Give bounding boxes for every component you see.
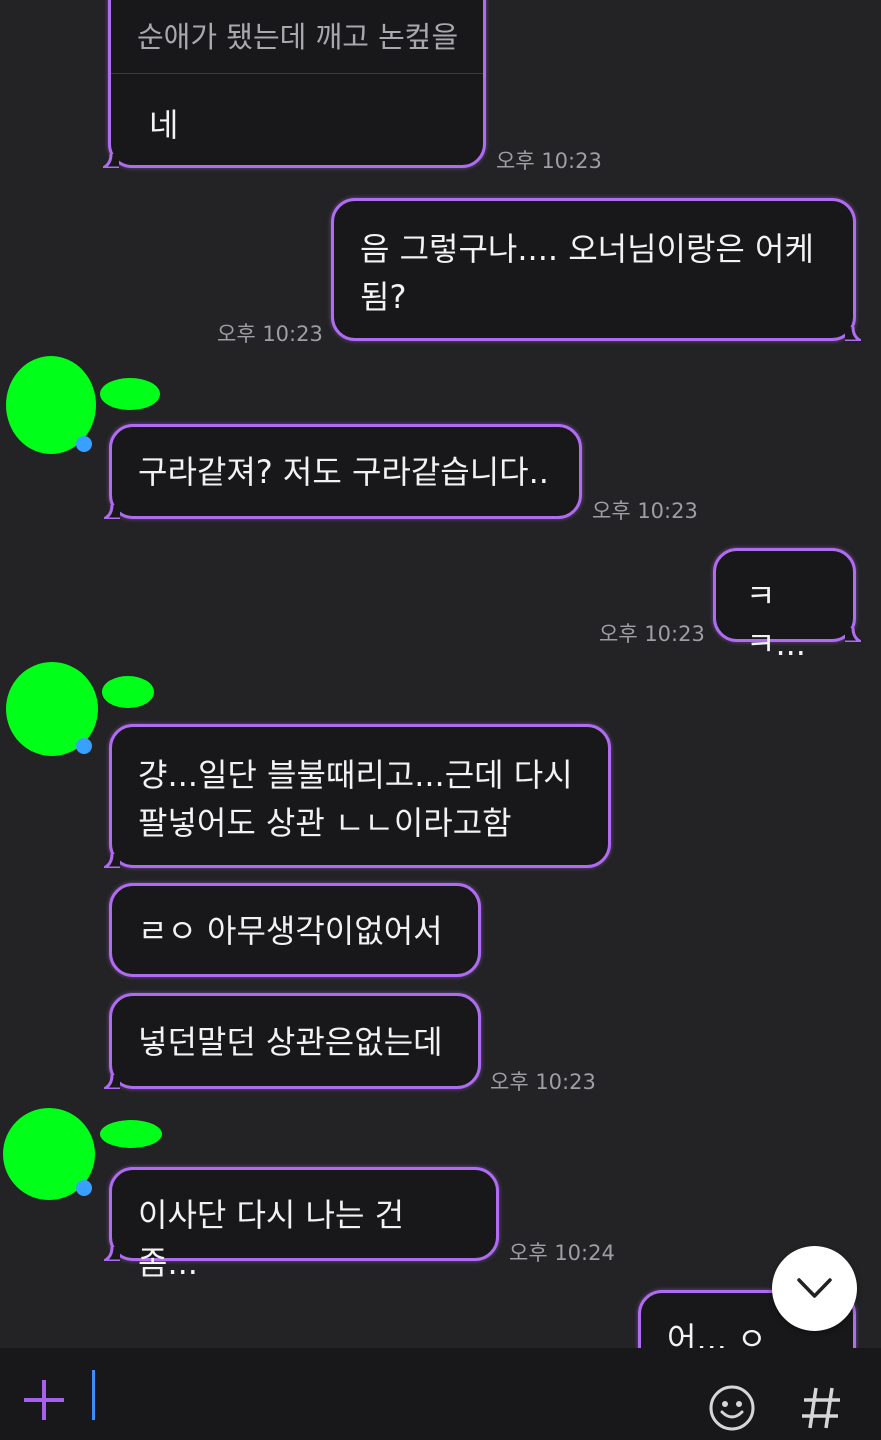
message-timestamp: 오후 10:24 bbox=[509, 1241, 615, 1265]
hashtag-button[interactable] bbox=[796, 1382, 846, 1434]
text-cursor bbox=[92, 1370, 95, 1420]
avatar-badge bbox=[76, 738, 92, 754]
message-text: 이사단 다시 나는 건 좀... bbox=[138, 1196, 405, 1282]
bubble-tail bbox=[104, 1075, 120, 1089]
message-text-line: 팔넣어도 상관 ㄴㄴ이라고함 bbox=[138, 804, 512, 842]
message-timestamp: 오후 10:23 bbox=[217, 322, 323, 346]
message-bubble-outgoing[interactable]: ㅋㅋ... bbox=[713, 548, 861, 663]
emoji-icon bbox=[709, 1385, 755, 1431]
message-bubble-incoming[interactable]: 걍...일단 블불때리고...근데 다시 팔넣어도 상관 ㄴㄴ이라고함 bbox=[104, 724, 611, 868]
scroll-to-bottom-button[interactable] bbox=[772, 1246, 857, 1331]
message-input-bar bbox=[0, 1348, 881, 1440]
message-bubble-incoming[interactable]: 넣던말던 상관은없는데 bbox=[104, 993, 481, 1089]
message-text: 구라같져? 저도 구라같습니다.. bbox=[138, 453, 549, 491]
message-text-line: 걍...일단 블불때리고...근데 다시 bbox=[138, 756, 573, 794]
message-text: ㄹㅇ 아무생각이없어서 bbox=[138, 912, 443, 950]
message-timestamp: 오후 10:23 bbox=[496, 149, 602, 173]
sender-name-redaction bbox=[100, 378, 160, 410]
message-bubble-incoming[interactable]: 구라같져? 저도 구라같습니다.. bbox=[104, 424, 582, 519]
message-bubble-outgoing[interactable]: 음 그렇구나.... 오너님이랑은 어케 됨? bbox=[331, 198, 861, 341]
bubble-tail bbox=[104, 505, 120, 519]
message-timestamp: 오후 10:23 bbox=[490, 1070, 596, 1094]
message-bubble-incoming[interactable]: ㄹㅇ 아무생각이없어서 bbox=[109, 883, 481, 977]
message-text-line: 됨? bbox=[360, 278, 407, 316]
chat-area[interactable]: 순애가 됐는데 깨고 논컾을 네 오후 10:23 음 그렇구나.... 오너님… bbox=[0, 0, 881, 1348]
emoji-button[interactable] bbox=[706, 1382, 758, 1434]
quoted-message-text: 순애가 됐는데 깨고 논컾을 bbox=[137, 20, 459, 54]
sender-name-redaction bbox=[102, 676, 154, 708]
message-timestamp: 오후 10:23 bbox=[592, 499, 698, 523]
avatar-badge bbox=[76, 436, 92, 452]
message-text-line: 음 그렇구나.... 오너님이랑은 어케 bbox=[360, 230, 814, 268]
bubble-tail bbox=[104, 1247, 120, 1261]
message-text: 넣던말던 상관은없는데 bbox=[138, 1023, 443, 1061]
message-text: ㅋㅋ... bbox=[746, 577, 806, 663]
bubble-tail bbox=[845, 628, 861, 642]
message-bubble-quoted-reply[interactable]: 순애가 됐는데 깨고 논컾을 네 bbox=[103, 0, 486, 168]
add-attachment-button[interactable] bbox=[16, 1372, 72, 1428]
message-input[interactable] bbox=[88, 1366, 688, 1426]
message-text: 네 bbox=[149, 106, 179, 144]
bubble-tail bbox=[845, 327, 861, 341]
chevron-down-icon bbox=[797, 1278, 832, 1298]
quote-divider bbox=[111, 73, 483, 74]
bubble-tail bbox=[103, 154, 119, 168]
message-bubble-incoming[interactable]: 이사단 다시 나는 건 좀... bbox=[104, 1167, 499, 1282]
message-timestamp: 오후 10:23 bbox=[599, 622, 705, 646]
avatar-badge bbox=[76, 1180, 92, 1196]
hashtag-icon bbox=[802, 1387, 840, 1429]
sender-name-redaction bbox=[100, 1120, 162, 1148]
plus-icon bbox=[24, 1380, 64, 1420]
bubble-tail bbox=[104, 854, 120, 868]
